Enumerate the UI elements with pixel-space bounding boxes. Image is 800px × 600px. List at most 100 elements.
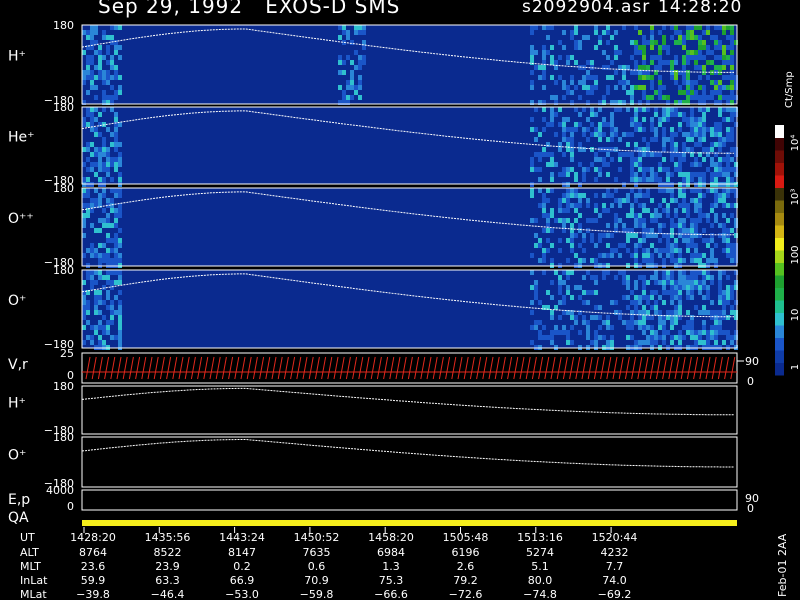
y-tick-bottom: 0	[67, 500, 74, 513]
spectrogram-cell	[698, 213, 702, 218]
spectrogram-cell	[682, 177, 686, 182]
spectrogram-cell	[682, 112, 686, 117]
spectrogram-cell	[662, 157, 666, 162]
spectrogram-cell	[654, 132, 658, 137]
spectrogram-cell	[678, 30, 682, 35]
spectrogram-cell	[670, 258, 674, 263]
spectrogram-cell	[706, 335, 710, 340]
spectrogram-cell	[574, 172, 578, 177]
spectrogram-cell	[654, 290, 658, 295]
spectrogram-cell	[714, 40, 718, 45]
spectrogram-cell	[538, 75, 542, 80]
spectrogram-cell	[566, 142, 570, 147]
spectrogram-cell	[670, 218, 674, 223]
spectrogram-cell	[578, 295, 582, 300]
spectrogram-cell	[102, 70, 106, 75]
ephemeris-value: −46.4	[151, 588, 185, 600]
spectrogram-cell	[582, 238, 586, 243]
spectrogram-cell	[538, 330, 542, 335]
spectrogram-cell	[702, 45, 706, 50]
spectrogram-cell	[662, 112, 666, 117]
spectrogram-cell	[702, 330, 706, 335]
spectrogram-cell	[654, 248, 658, 253]
spectrogram-cell	[358, 75, 362, 80]
spectrogram-cell	[654, 280, 658, 285]
spectrogram-cell	[554, 80, 558, 85]
spectrogram-cell	[630, 162, 634, 167]
spectrogram-cell	[106, 75, 110, 80]
ephemeris-value: 1450:52	[294, 531, 340, 544]
spectrogram-cell	[558, 280, 562, 285]
spectrogram-cell	[698, 290, 702, 295]
spectrogram-cell	[566, 340, 570, 345]
spectrogram-cell	[606, 152, 610, 157]
spectrogram-cell	[542, 253, 546, 258]
spectrogram-cell	[690, 35, 694, 40]
spectrogram-cell	[638, 325, 642, 330]
spectrogram-cell	[118, 142, 122, 147]
spectrogram-cell	[678, 270, 682, 275]
spectrogram-cell	[106, 162, 110, 167]
spectrogram-cell	[726, 132, 730, 137]
spectrogram-cell	[662, 290, 666, 295]
spectrogram-cell	[570, 142, 574, 147]
spectrogram-cell	[606, 172, 610, 177]
spectrogram-cell	[86, 300, 90, 305]
spectrogram-cell	[570, 80, 574, 85]
spectrogram-cell	[682, 142, 686, 147]
y-tick-top: 180	[53, 182, 74, 195]
spectrogram-cell	[114, 193, 118, 198]
spectrogram-cell	[674, 132, 678, 137]
spectrogram-cell	[546, 218, 550, 223]
spectrogram-cell	[650, 85, 654, 90]
ephemeris-value: 1.3	[382, 560, 400, 573]
spectrogram-cell	[118, 335, 122, 340]
spectrogram-cell	[714, 340, 718, 345]
spectrogram-cell	[686, 275, 690, 280]
spectrogram-cell	[642, 167, 646, 172]
panel-label: QA	[8, 510, 29, 526]
spectrogram-cell	[594, 243, 598, 248]
spectrogram-cell	[598, 238, 602, 243]
spectrogram-cell	[98, 55, 102, 60]
colorbar-tick-label: 10	[790, 309, 800, 322]
spectrogram-cell	[570, 75, 574, 80]
spectrogram-cell	[638, 152, 642, 157]
spectrogram-cell	[574, 315, 578, 320]
spectrogram-cell	[686, 132, 690, 137]
spectrogram-cell	[710, 50, 714, 55]
spectrogram-cell	[354, 90, 358, 95]
spectrogram-cell	[698, 107, 702, 112]
spectrogram-cell	[630, 90, 634, 95]
spectrogram-cell	[578, 285, 582, 290]
spectrogram-cell	[638, 162, 642, 167]
spectrogram-cell	[702, 193, 706, 198]
spectrogram-cell	[594, 280, 598, 285]
spectrogram-cell	[698, 280, 702, 285]
spectrogram-cell	[674, 147, 678, 152]
spectrogram-cell	[94, 85, 98, 90]
spectrogram-cell	[106, 50, 110, 55]
spectrogram-cell	[114, 112, 118, 117]
spectrogram-cell	[110, 310, 114, 315]
spectrogram-cell	[622, 295, 626, 300]
spectrogram-cell	[618, 167, 622, 172]
spectrogram-cell	[690, 127, 694, 132]
spectrogram-cell	[654, 310, 658, 315]
colorbar-swatch	[775, 362, 784, 376]
spectrogram-cell	[586, 198, 590, 203]
spectrogram-cell	[118, 280, 122, 285]
spectrogram-cell	[362, 40, 366, 45]
spectrogram-cell	[590, 340, 594, 345]
spectrogram-cell	[690, 330, 694, 335]
spectrogram-cell	[598, 315, 602, 320]
spectrogram-cell	[694, 243, 698, 248]
spectrogram-cell	[542, 193, 546, 198]
spectrogram-cell	[702, 95, 706, 100]
spectrogram-cell	[690, 162, 694, 167]
spectrogram-cell	[702, 253, 706, 258]
spectrogram-cell	[630, 172, 634, 177]
spectrogram-cell	[690, 223, 694, 228]
spectrogram-panel-1	[81, 106, 738, 187]
spectrogram-cell	[718, 80, 722, 85]
